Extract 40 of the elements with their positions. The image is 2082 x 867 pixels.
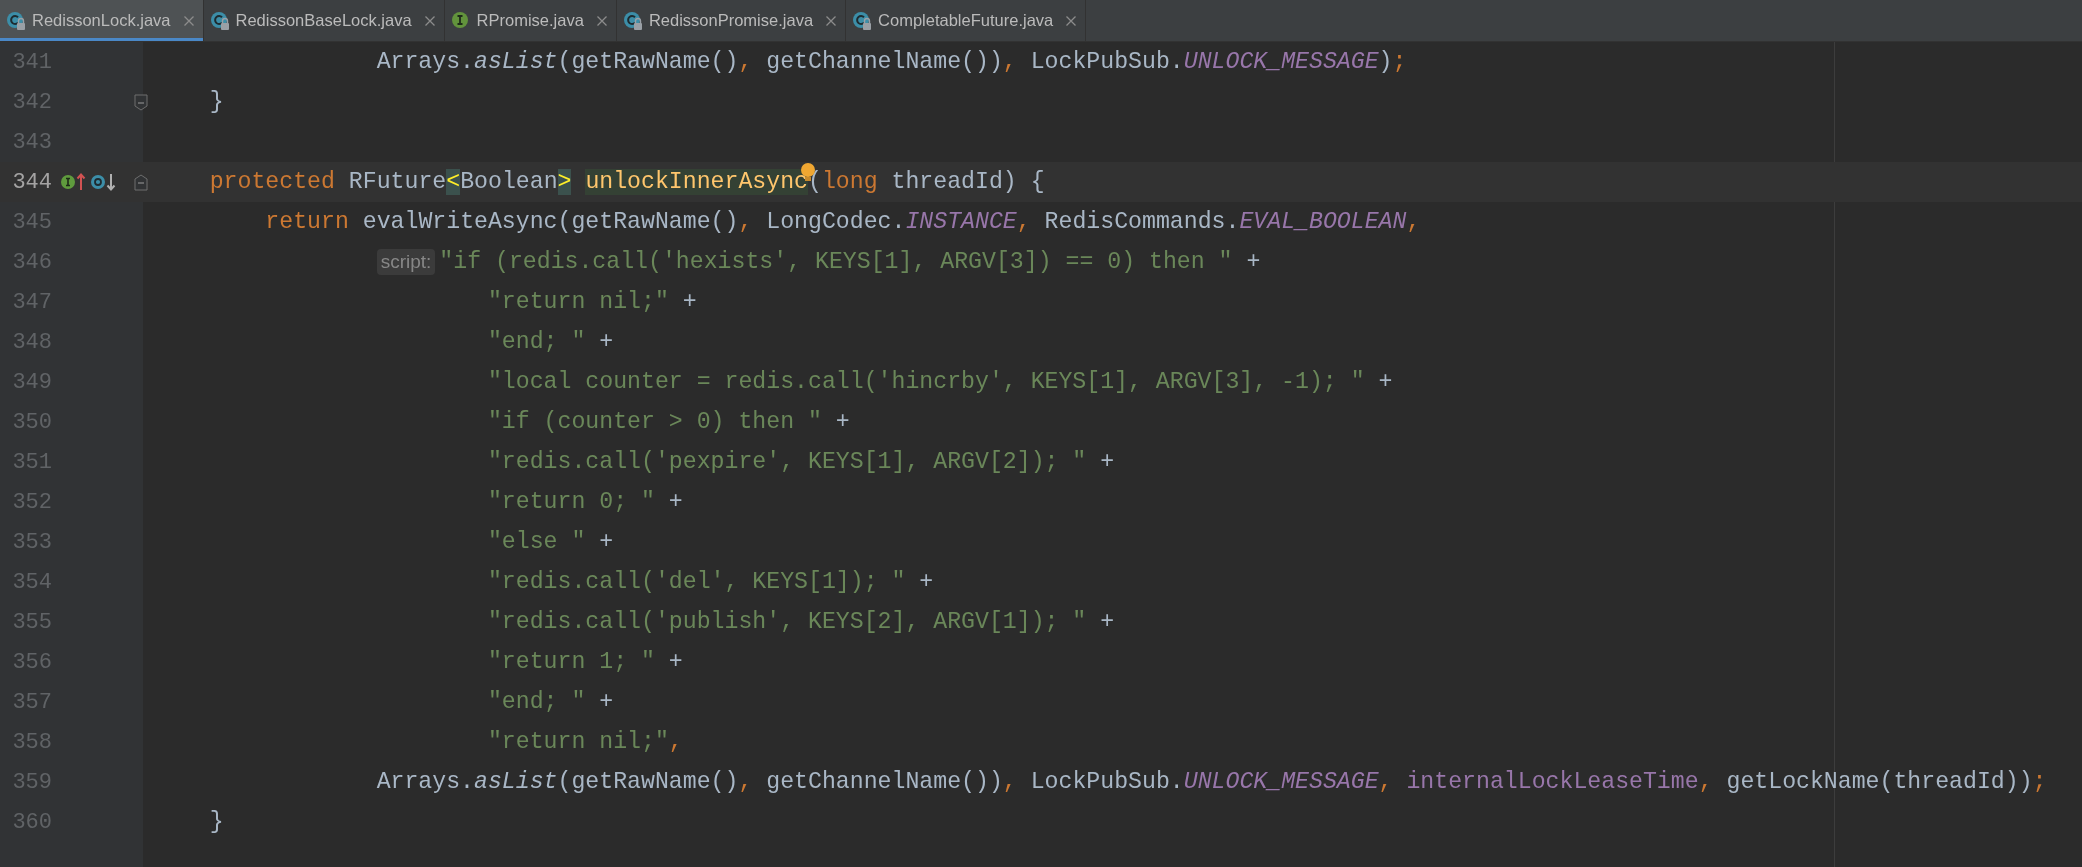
code-line: "redis.call('publish', KEYS[2], ARGV[1]); " + [487, 609, 1115, 635]
code-line: "else " + [487, 529, 614, 555]
code-line: } [209, 89, 224, 115]
code-line: protected RFuture<Boolean> unlockInnerAsync(long threadId) { [209, 169, 1045, 195]
code-line: "end; " + [487, 329, 614, 355]
close-icon[interactable] [1065, 14, 1078, 27]
close-icon[interactable] [182, 14, 195, 27]
code-line: "redis.call('pexpire', KEYS[1], ARGV[2]); " + [487, 449, 1115, 475]
fold-icon[interactable] [134, 94, 148, 111]
file-tab[interactable]: CompletableFuture.java [846, 0, 1087, 41]
class-icon [622, 10, 643, 31]
code-line: Arrays.asList(getRawName(), getChannelName()), LockPubSub.UNLOCK_MESSAGE); [376, 49, 1407, 75]
class-icon [6, 10, 26, 31]
code-line: "if (counter > 0) then " + [487, 409, 850, 435]
code-line: "local counter = redis.call('hincrby', KEYS[1], ARGV[3], -1); " + [487, 369, 1393, 395]
file-tab[interactable]: RedissonLock.java [0, 0, 204, 41]
class-icon [852, 10, 873, 31]
code-line: return evalWriteAsync(getRawName(), LongCodec.INSTANCE, RedisCommands.EVAL_BOOLEAN, [265, 209, 1421, 235]
line-number: 344 [11, 169, 52, 195]
close-icon[interactable] [423, 14, 436, 27]
code-line: "return nil;", [487, 729, 683, 755]
class-icon [209, 10, 230, 31]
file-tab[interactable]: RedissonPromise.java [616, 0, 847, 41]
code-line: } [209, 809, 224, 835]
interface-icon [450, 10, 471, 31]
code-line: "if (redis.call('hexists', KEYS[1], ARGV[3]) == 0) then " + [439, 249, 1261, 275]
code-line: "end; " + [487, 689, 614, 715]
close-icon[interactable] [595, 14, 608, 27]
close-icon[interactable] [825, 14, 838, 27]
file-tab[interactable]: RPromise.java [444, 0, 617, 41]
code-line: "return 1; " + [487, 649, 683, 675]
code-line: Arrays.asList(getRawName(), getChannelName()), LockPubSub.UNLOCK_MESSAGE, internalLockLeaseTime, getLockName(threadId)); [376, 769, 2047, 795]
fold-icon[interactable] [134, 174, 148, 191]
file-tab[interactable]: RedissonBaseLock.java [203, 0, 445, 41]
code-line: "return nil;" + [487, 289, 697, 315]
inlay-hint: script: [376, 249, 436, 275]
implements-icon[interactable] [60, 171, 86, 193]
code-line: "redis.call('del', KEYS[1]); " + [487, 569, 934, 595]
code-line: "return 0; " + [487, 489, 683, 515]
overridden-icon[interactable] [90, 171, 116, 193]
